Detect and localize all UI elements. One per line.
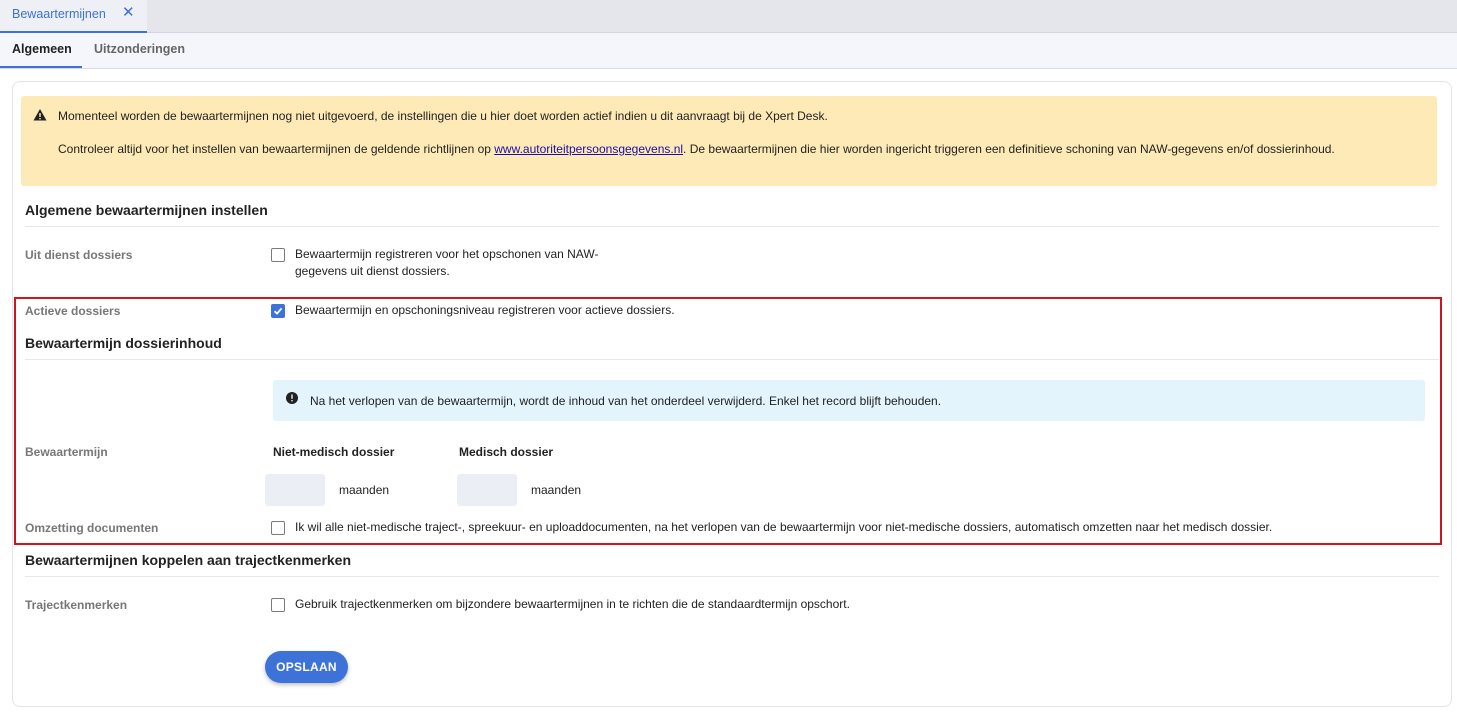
non-medical-months-input[interactable] [265,474,325,506]
checkbox-omzetting[interactable] [271,521,285,535]
document-tabbar: Bewaartermijnen ✕ [0,0,1457,33]
label-uit-dienst: Uit dienst dossiers [25,248,133,262]
warning-guideline-text: Controleer altijd voor het instellen van… [58,141,1378,157]
tab-uitzonderingen[interactable]: Uitzonderingen [94,42,185,56]
warning-icon [33,109,47,121]
close-icon[interactable]: ✕ [122,5,135,21]
label-trajectkenmerken: Trajectkenmerken [25,598,128,612]
checkbox-trajectkenmerken-text: Gebruik trajectkenmerken om bijzondere b… [295,597,850,611]
label-omzetting: Omzetting documenten [25,521,159,535]
medical-months-input[interactable] [457,474,517,506]
checkbox-omzetting-text: Ik wil alle niet-medische traject-, spre… [295,520,1273,534]
checkbox-actieve-text: Bewaartermijn en opschoningsniveau regis… [295,303,675,317]
unit-label-non-medical: maanden [339,483,390,497]
warning-text-after: . De bewaartermijnen die hier worden ing… [683,142,1335,156]
col-header-medisch: Medisch dossier [459,445,554,459]
warning-banner: Momenteel worden de bewaartermijnen nog … [21,96,1437,186]
highlight-box [14,297,1442,545]
subtab-bar: Algemeen Uitzonderingen [0,33,1457,69]
section-title-content: Bewaartermijn dossierinhoud [25,335,222,351]
tab-algemeen[interactable]: Algemeen [12,42,72,56]
unit-label-medical: maanden [531,483,582,497]
col-header-niet-medisch: Niet-medisch dossier [273,445,395,459]
checkbox-uit-dienst-text-1: Bewaartermijn registreren voor het opsch… [295,247,599,261]
checkbox-trajectkenmerken[interactable] [271,598,285,612]
warning-text-before: Controleer altijd voor het instellen van… [58,142,495,156]
doc-tab-label: Bewaartermijnen [12,7,106,21]
divider [25,576,1439,577]
info-icon [286,392,298,404]
info-banner: Na het verlopen van de bewaartermijn, wo… [273,380,1425,421]
divider [25,359,1439,360]
checkbox-uit-dienst[interactable] [271,248,285,262]
info-text: Na het verlopen van de bewaartermijn, wo… [310,394,942,408]
section-title-general: Algemene bewaartermijnen instellen [25,202,268,218]
label-actieve: Actieve dossiers [25,304,121,318]
save-button[interactable]: OPSLAAN [265,651,348,683]
checkbox-actieve[interactable] [271,304,285,318]
checkbox-uit-dienst-text: Bewaartermijn registreren voor het opsch… [295,246,598,280]
label-bewaartermijn: Bewaartermijn [25,445,108,459]
doc-tab-bewaartermijnen[interactable]: Bewaartermijnen ✕ [0,0,147,33]
active-tab-indicator [0,66,82,68]
checkbox-uit-dienst-text-2: gegevens uit dienst dossiers. [295,264,450,278]
divider [25,226,1439,227]
section-title-traject: Bewaartermijnen koppelen aan trajectkenm… [25,552,352,568]
autoriteit-link[interactable]: www.autoriteitpersoonsgegevens.nl [494,142,683,156]
checkmark-icon [273,307,283,315]
warning-text: Momenteel worden de bewaartermijnen nog … [58,109,828,123]
